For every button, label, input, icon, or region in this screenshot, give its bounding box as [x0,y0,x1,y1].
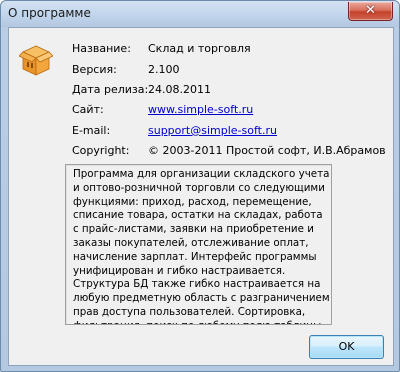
dialog-body: Название: Склад и торговля Версия: 2.100… [8,27,394,366]
package-box-icon [19,45,53,76]
site-label: Сайт: [72,103,104,116]
name-value: Склад и торговля [148,42,251,55]
version-label: Версия: [72,63,117,76]
version-value: 2.100 [148,63,180,76]
close-button[interactable]: ✕ [348,2,393,21]
title-bar[interactable]: О программе ✕ [1,1,399,27]
close-icon: ✕ [365,3,376,18]
copyright-label: Copyright: [72,144,130,157]
site-link[interactable]: www.simple-soft.ru [148,103,253,116]
release-date-value: 24.08.2011 [148,83,211,96]
email-label: E-mail: [72,124,111,137]
email-link[interactable]: support@simple-soft.ru [148,124,277,137]
name-label: Название: [72,42,131,55]
description-box: Программа для организации складского уче… [65,164,332,325]
window-title: О программе [8,6,91,20]
release-date-label: Дата релиза: [72,83,149,96]
ok-button[interactable]: OK [309,335,384,359]
copyright-value: © 2003-2011 Простой софт, И.В.Абрамов [148,144,386,157]
about-dialog: О программе ✕ Название: Склад и торговля… [0,0,400,372]
